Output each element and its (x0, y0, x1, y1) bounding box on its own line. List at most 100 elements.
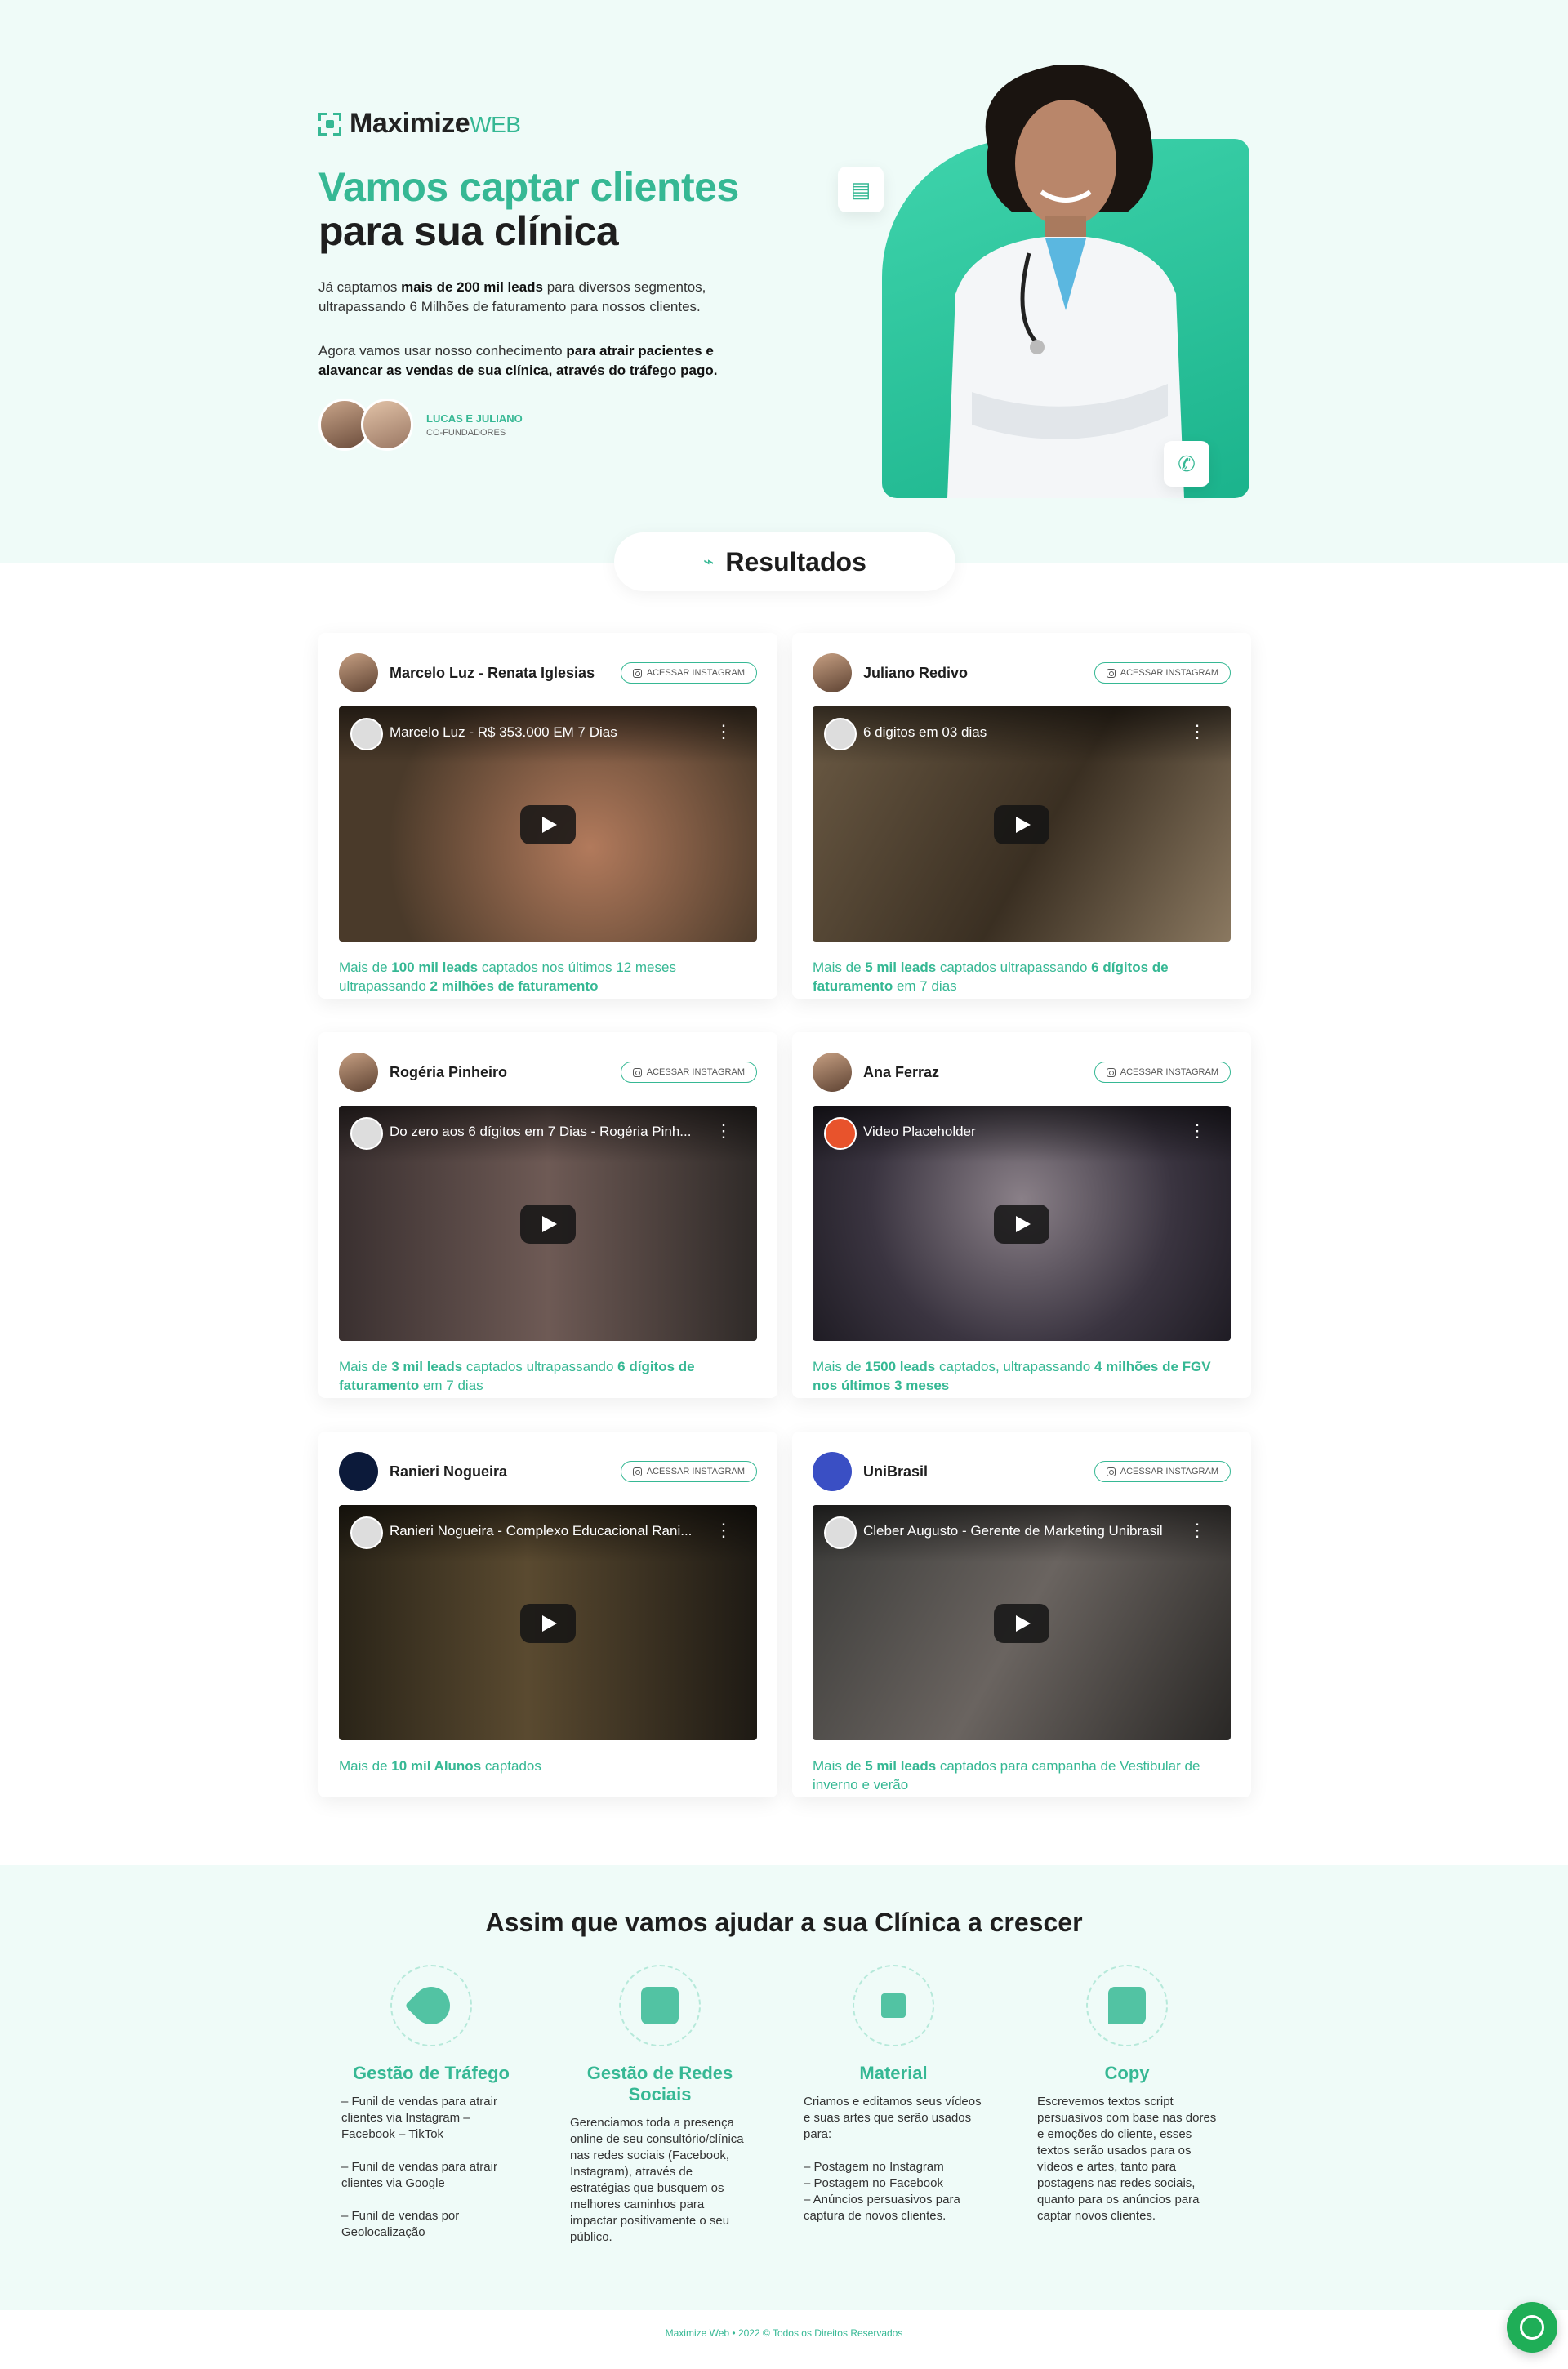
result-card: Juliano Redivo ACESSAR INSTAGRAM 6 digit… (792, 633, 1251, 999)
card-description: Mais de 3 mil leads captados ultrapassan… (339, 1359, 695, 1393)
video-title[interactable]: Do zero aos 6 dígitos em 7 Dias - Rogéri… (390, 1124, 708, 1140)
video-player[interactable]: Ranieri Nogueira - Complexo Educacional … (339, 1505, 757, 1740)
service-name: Gestão de Redes Sociais (586, 2063, 733, 2104)
instagram-button[interactable]: ACESSAR INSTAGRAM (1094, 1461, 1231, 1482)
service-description: Escrevemos textos script persuasivos com… (1037, 2095, 1217, 2223)
logo-icon (318, 112, 341, 136)
rocket-icon (390, 1965, 472, 2046)
instagram-icon (1106, 1067, 1116, 1077)
video-player[interactable]: Do zero aos 6 dígitos em 7 Dias - Rogéri… (339, 1106, 757, 1341)
service-item: Copy Escrevemos textos script persuasivo… (1037, 1965, 1217, 2224)
doctor-image (947, 65, 1184, 498)
service-description: Criamos e editamos seus vídeos e suas ar… (804, 2095, 982, 2223)
more-icon[interactable]: ⋮ (715, 1521, 733, 1539)
play-icon[interactable] (520, 805, 576, 844)
instagram-icon (1106, 1467, 1116, 1476)
channel-avatar (350, 1117, 383, 1150)
card-name: Ranieri Nogueira (390, 1463, 508, 1480)
result-card: Rogéria Pinheiro ACESSAR INSTAGRAM Do ze… (318, 1032, 777, 1398)
play-icon[interactable] (994, 1205, 1049, 1244)
hero-paragraph-2: Agora vamos usar nosso conhecimento para… (318, 343, 718, 378)
card-name: Juliano Redivo (863, 664, 969, 681)
card-description: Mais de 5 mil leads captados para campan… (813, 1758, 1200, 1792)
instagram-button[interactable]: ACESSAR INSTAGRAM (620, 1461, 757, 1482)
more-icon[interactable]: ⋮ (715, 1122, 733, 1140)
video-player[interactable]: 6 digitos em 03 dias ⋮ (813, 706, 1231, 942)
service-item: Gestão de Redes Sociais Gerenciamos toda… (570, 1965, 750, 2246)
logo-main: Maximize (350, 108, 470, 139)
brand-logo[interactable]: MaximizeWEB (318, 108, 521, 140)
avatar (339, 1053, 378, 1092)
avatar (813, 1053, 852, 1092)
hero-title-line1: Vamos captar clientes (318, 164, 739, 210)
footer-text: Maximize Web • 2022 © Todos os Direitos … (665, 2327, 903, 2339)
channel-avatar (824, 718, 857, 750)
video-title[interactable]: Video Placeholder (863, 1124, 1182, 1140)
video-player[interactable]: Cleber Augusto - Gerente de Marketing Un… (813, 1505, 1231, 1740)
footer (0, 2310, 1568, 2369)
channel-avatar (350, 718, 383, 750)
avatar (339, 1452, 378, 1491)
play-icon[interactable] (520, 1604, 576, 1643)
video-title[interactable]: 6 digitos em 03 dias (863, 724, 1182, 741)
avatar (339, 653, 378, 692)
phone-icon: ✆ (1164, 441, 1209, 487)
video-title[interactable]: Marcelo Luz - R$ 353.000 EM 7 Dias (390, 724, 708, 741)
instagram-button[interactable]: ACESSAR INSTAGRAM (1094, 1062, 1231, 1083)
channel-avatar (824, 1516, 857, 1549)
service-description: – Funil de vendas para atrair clientes v… (341, 2095, 497, 2239)
layers-icon (619, 1965, 701, 2046)
hero-title: Vamos captar clientes para sua clínica (318, 165, 739, 253)
instagram-button[interactable]: ACESSAR INSTAGRAM (1094, 662, 1231, 684)
channel-avatar (350, 1516, 383, 1549)
instagram-button[interactable]: ACESSAR INSTAGRAM (620, 662, 757, 684)
video-title[interactable]: Ranieri Nogueira - Complexo Educacional … (390, 1523, 708, 1539)
services-title: Assim que vamos ajudar a sua Clínica a c… (485, 1908, 1083, 1937)
channel-avatar (824, 1117, 857, 1150)
avatar (813, 653, 852, 692)
service-name: Gestão de Tráfego (353, 2063, 510, 2083)
hero-paragraph-1: Já captamos mais de 200 mil leads para d… (318, 279, 706, 314)
card-description: Mais de 1500 leads captados, ultrapassan… (813, 1359, 1211, 1393)
chart-icon: ⌁ (703, 551, 715, 572)
card-name: Ana Ferraz (863, 1063, 940, 1080)
avatar (361, 399, 413, 451)
play-icon[interactable] (994, 1604, 1049, 1643)
more-icon[interactable]: ⋮ (1188, 723, 1206, 741)
card-description: Mais de 10 mil Alunos captados (339, 1758, 541, 1774)
avatar (813, 1452, 852, 1491)
document-icon: ▤ (838, 167, 884, 212)
founders-role: CO-FUNDADORES (426, 427, 506, 438)
service-description: Gerenciamos toda a presença online de se… (570, 2116, 744, 2244)
video-player[interactable]: Video Placeholder ⋮ (813, 1106, 1231, 1341)
card-name: Rogéria Pinheiro (390, 1063, 508, 1080)
founders: LUCAS E JULIANO CO-FUNDADORES (318, 399, 523, 451)
whatsapp-button[interactable] (1507, 2302, 1557, 2353)
video-title[interactable]: Cleber Augusto - Gerente de Marketing Un… (863, 1523, 1182, 1539)
result-card: UniBrasil ACESSAR INSTAGRAM Cleber Augus… (792, 1432, 1251, 1797)
chat-icon (1086, 1965, 1168, 2046)
card-description: Mais de 5 mil leads captados ultrapassan… (813, 960, 1169, 994)
hero-section (0, 0, 1568, 563)
focus-frame-icon (853, 1965, 934, 2046)
more-icon[interactable]: ⋮ (1188, 1122, 1206, 1140)
more-icon[interactable]: ⋮ (715, 723, 733, 741)
instagram-icon (632, 1067, 642, 1077)
result-card: Marcelo Luz - Renata Iglesias ACESSAR IN… (318, 633, 777, 999)
instagram-icon (632, 1467, 642, 1476)
service-name: Copy (1104, 2063, 1150, 2083)
instagram-icon (632, 668, 642, 678)
play-icon[interactable] (994, 805, 1049, 844)
founders-name: LUCAS E JULIANO (426, 412, 523, 425)
results-heading: ⌁ Resultados (614, 532, 956, 591)
video-player[interactable]: Marcelo Luz - R$ 353.000 EM 7 Dias ⋮ (339, 706, 757, 942)
result-card: Ranieri Nogueira ACESSAR INSTAGRAM Ranie… (318, 1432, 777, 1797)
card-name: Marcelo Luz - Renata Iglesias (390, 664, 595, 681)
play-icon[interactable] (520, 1205, 576, 1244)
hero-title-line2: para sua clínica (318, 208, 619, 254)
card-name: UniBrasil (863, 1463, 929, 1480)
card-description: Mais de 100 mil leads captados nos últim… (339, 960, 676, 994)
result-card: Ana Ferraz ACESSAR INSTAGRAM Video Place… (792, 1032, 1251, 1398)
more-icon[interactable]: ⋮ (1188, 1521, 1206, 1539)
instagram-button[interactable]: ACESSAR INSTAGRAM (620, 1062, 757, 1083)
